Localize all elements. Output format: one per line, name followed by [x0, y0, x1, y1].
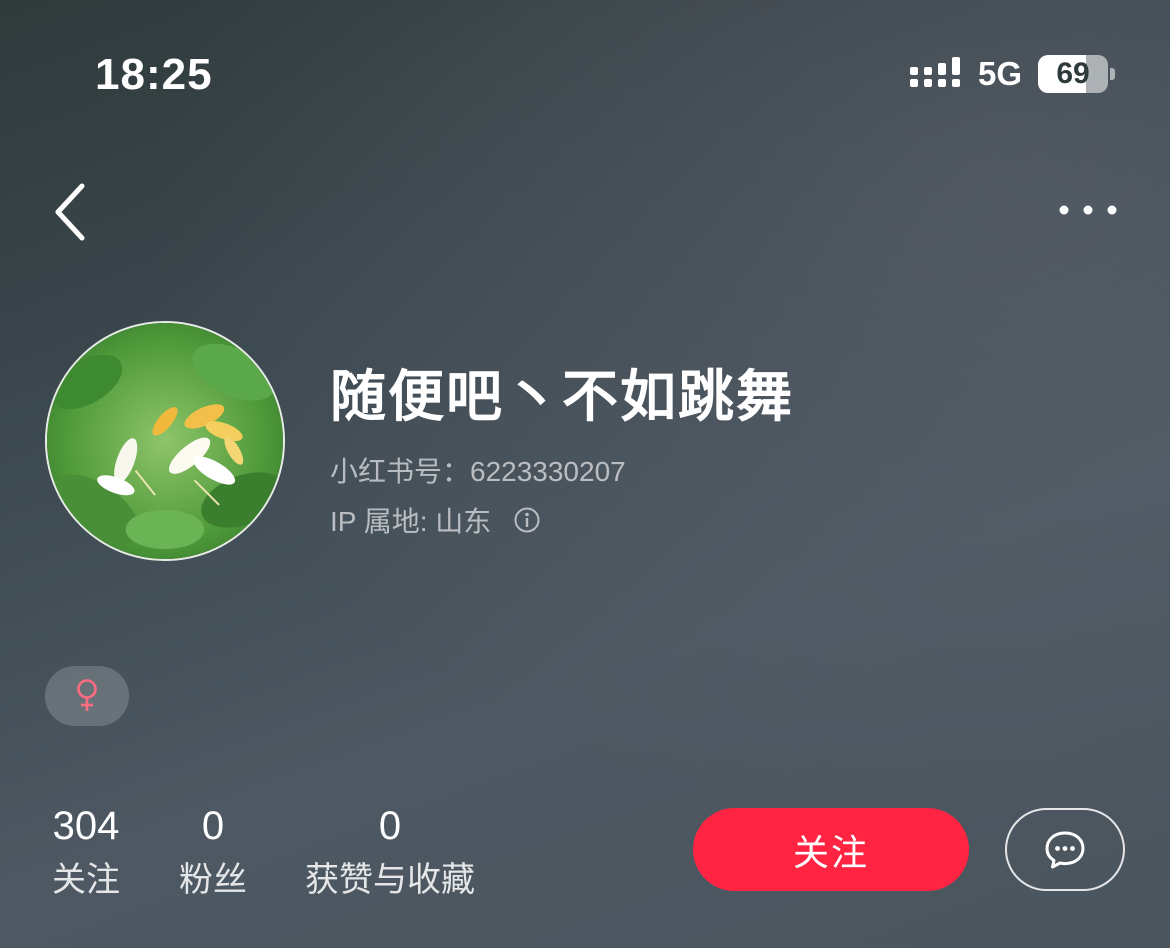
- status-time: 18:25: [95, 50, 213, 99]
- stat-value: 0: [378, 804, 402, 848]
- stat-label: 粉丝: [179, 861, 247, 899]
- back-button[interactable]: [48, 180, 98, 244]
- network-type: 5G: [977, 55, 1022, 92]
- more-options-button[interactable]: [1052, 190, 1122, 230]
- stat-label: 获赞与收藏: [305, 861, 475, 899]
- avatar[interactable]: [45, 321, 285, 561]
- battery-level: 69: [1056, 57, 1090, 90]
- status-indicators: 5G 69: [909, 55, 1115, 93]
- stat-value: 304: [52, 804, 120, 848]
- follow-button[interactable]: 关注: [693, 808, 969, 891]
- more-horizontal-icon: [1059, 205, 1117, 215]
- stat-fans[interactable]: 0 粉丝: [172, 803, 254, 900]
- battery-cap: [1110, 68, 1115, 80]
- chevron-left-icon: [55, 183, 85, 241]
- info-icon[interactable]: [513, 506, 541, 534]
- chat-bubble-icon: [1045, 831, 1085, 868]
- gender-tag[interactable]: [45, 666, 129, 726]
- stat-label: 关注: [52, 861, 120, 899]
- stat-following[interactable]: 304 关注: [45, 803, 127, 900]
- battery-icon: 69: [1038, 55, 1108, 93]
- stat-likes-and-collects[interactable]: 0 获赞与收藏: [298, 803, 482, 900]
- signal-strength-icon: [909, 57, 960, 87]
- profile-nickname: 随便吧丶不如跳舞: [330, 365, 794, 428]
- stat-value: 0: [201, 804, 225, 848]
- chat-button[interactable]: [1005, 808, 1125, 891]
- avatar-image: [47, 323, 283, 559]
- ip-location: IP 属地: 山东: [330, 500, 541, 540]
- ip-location-text: IP 属地: 山东: [330, 506, 492, 537]
- profile-id[interactable]: 小红书号：6223330207: [330, 450, 626, 490]
- female-icon: [77, 679, 97, 711]
